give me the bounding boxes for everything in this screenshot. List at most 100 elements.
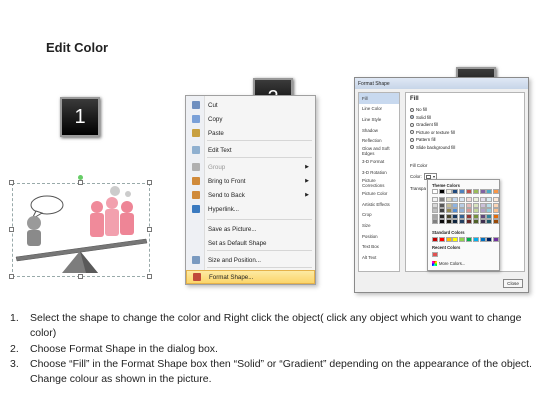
context-menu-item[interactable]: Copy bbox=[186, 112, 315, 126]
color-swatch[interactable] bbox=[452, 197, 459, 202]
dialog-nav-item[interactable]: 3-D Rotation bbox=[359, 167, 399, 178]
rotate-handle[interactable] bbox=[78, 175, 83, 180]
color-swatch[interactable] bbox=[472, 197, 479, 202]
context-menu-item[interactable]: Edit Text bbox=[186, 143, 315, 157]
color-swatch[interactable] bbox=[445, 208, 452, 213]
color-swatch[interactable] bbox=[459, 219, 466, 224]
color-swatch[interactable] bbox=[493, 189, 500, 194]
color-swatch[interactable] bbox=[459, 208, 466, 213]
color-swatch[interactable] bbox=[472, 189, 479, 194]
color-swatch[interactable] bbox=[493, 213, 500, 219]
color-swatch[interactable] bbox=[445, 197, 452, 202]
dialog-nav-item[interactable]: Crop bbox=[359, 210, 399, 221]
dialog-nav-item[interactable]: Picture Color bbox=[359, 188, 399, 199]
color-swatch[interactable] bbox=[445, 237, 452, 242]
color-swatch[interactable] bbox=[472, 202, 479, 208]
color-swatch[interactable] bbox=[493, 202, 500, 208]
radio-button[interactable] bbox=[410, 145, 414, 149]
dialog-nav-item[interactable]: Line Color bbox=[359, 104, 399, 115]
color-swatch[interactable] bbox=[445, 189, 452, 194]
color-swatch[interactable] bbox=[452, 219, 459, 224]
color-swatch[interactable] bbox=[486, 189, 493, 194]
color-swatch[interactable] bbox=[459, 189, 466, 194]
dialog-nav-item[interactable]: Alt Text bbox=[359, 252, 399, 263]
fill-option[interactable]: Picture or texture fill bbox=[410, 130, 455, 135]
dialog-nav-item[interactable]: Artistic Effects bbox=[359, 199, 399, 210]
dialog-nav-item[interactable]: Shadow bbox=[359, 125, 399, 136]
color-swatch[interactable] bbox=[445, 219, 452, 224]
color-swatch[interactable] bbox=[459, 213, 466, 219]
color-swatch[interactable] bbox=[493, 237, 500, 242]
radio-button[interactable] bbox=[410, 137, 414, 142]
color-swatch[interactable] bbox=[445, 202, 452, 208]
color-swatch[interactable] bbox=[432, 189, 438, 194]
dialog-nav-item[interactable]: Size bbox=[359, 220, 399, 231]
color-swatch[interactable] bbox=[472, 213, 479, 219]
dialog-nav-item[interactable]: Reflection bbox=[359, 135, 399, 146]
color-swatch[interactable] bbox=[493, 219, 500, 224]
color-swatch[interactable] bbox=[479, 208, 486, 213]
more-colors-option[interactable]: More Colors... bbox=[432, 261, 465, 266]
color-swatch[interactable] bbox=[432, 219, 438, 224]
color-swatch[interactable] bbox=[438, 202, 445, 208]
context-menu-item[interactable]: Paste bbox=[186, 126, 315, 140]
color-swatch[interactable] bbox=[438, 213, 445, 219]
radio-button[interactable] bbox=[410, 107, 414, 112]
color-swatch[interactable] bbox=[486, 219, 493, 224]
color-swatch[interactable] bbox=[479, 202, 486, 208]
close-button[interactable]: Close bbox=[503, 279, 523, 288]
color-swatch[interactable] bbox=[493, 197, 500, 202]
fill-option[interactable]: Slide background fill bbox=[410, 145, 455, 150]
color-swatch[interactable] bbox=[486, 202, 493, 208]
color-swatch[interactable] bbox=[465, 189, 472, 194]
color-swatch[interactable] bbox=[465, 208, 472, 213]
color-swatch[interactable] bbox=[438, 219, 445, 224]
color-swatch[interactable] bbox=[452, 208, 459, 213]
dialog-nav-item[interactable]: Glow and Soft Edges bbox=[359, 146, 399, 157]
color-swatch[interactable] bbox=[452, 189, 459, 194]
radio-button[interactable] bbox=[410, 115, 414, 119]
context-menu-item[interactable]: Size and Position... bbox=[186, 253, 315, 267]
dialog-nav-item[interactable]: Position bbox=[359, 231, 399, 242]
color-swatch[interactable] bbox=[472, 219, 479, 224]
color-swatch[interactable] bbox=[445, 213, 452, 219]
color-swatch[interactable] bbox=[472, 208, 479, 213]
color-swatch[interactable] bbox=[472, 237, 479, 242]
color-swatch[interactable] bbox=[486, 237, 493, 242]
color-swatch[interactable] bbox=[465, 219, 472, 224]
color-swatch[interactable] bbox=[486, 197, 493, 202]
context-menu-item[interactable]: Save as Picture... bbox=[186, 222, 315, 236]
color-swatch[interactable] bbox=[459, 237, 466, 242]
context-menu-item[interactable]: Send to Back ▶ bbox=[186, 188, 315, 202]
color-swatch[interactable] bbox=[459, 197, 466, 202]
color-swatch[interactable] bbox=[479, 189, 486, 194]
color-swatch[interactable] bbox=[432, 202, 438, 208]
color-swatch[interactable] bbox=[479, 237, 486, 242]
color-swatch[interactable] bbox=[486, 213, 493, 219]
fill-option[interactable]: No fill bbox=[410, 107, 427, 112]
dialog-nav-item[interactable]: Fill bbox=[359, 93, 399, 104]
context-menu-item[interactable]: Bring to Front ▶ bbox=[186, 174, 315, 188]
color-swatch[interactable] bbox=[479, 219, 486, 224]
color-swatch[interactable] bbox=[432, 208, 438, 213]
radio-button[interactable] bbox=[410, 130, 414, 134]
fill-option[interactable]: Gradient fill bbox=[410, 122, 438, 127]
color-swatch[interactable] bbox=[486, 208, 493, 213]
context-menu-item[interactable]: Cut bbox=[186, 98, 315, 112]
color-swatch[interactable] bbox=[493, 208, 500, 213]
radio-button[interactable] bbox=[410, 122, 414, 127]
color-swatch[interactable] bbox=[438, 237, 445, 242]
color-swatch[interactable] bbox=[479, 213, 486, 219]
color-swatch[interactable] bbox=[432, 237, 438, 242]
dialog-nav-item[interactable]: Text Box bbox=[359, 241, 399, 252]
color-swatch[interactable] bbox=[452, 202, 459, 208]
color-swatch[interactable] bbox=[438, 208, 445, 213]
fill-option[interactable]: Pattern fill bbox=[410, 137, 436, 142]
color-swatch[interactable] bbox=[452, 213, 459, 219]
fill-option[interactable]: Solid fill bbox=[410, 115, 431, 120]
color-swatch[interactable] bbox=[432, 213, 438, 219]
color-swatch[interactable] bbox=[432, 197, 438, 202]
color-swatch[interactable] bbox=[465, 197, 472, 202]
context-menu-item[interactable]: Hyperlink... bbox=[186, 202, 315, 216]
dialog-nav-item[interactable]: Picture Corrections bbox=[359, 178, 399, 189]
